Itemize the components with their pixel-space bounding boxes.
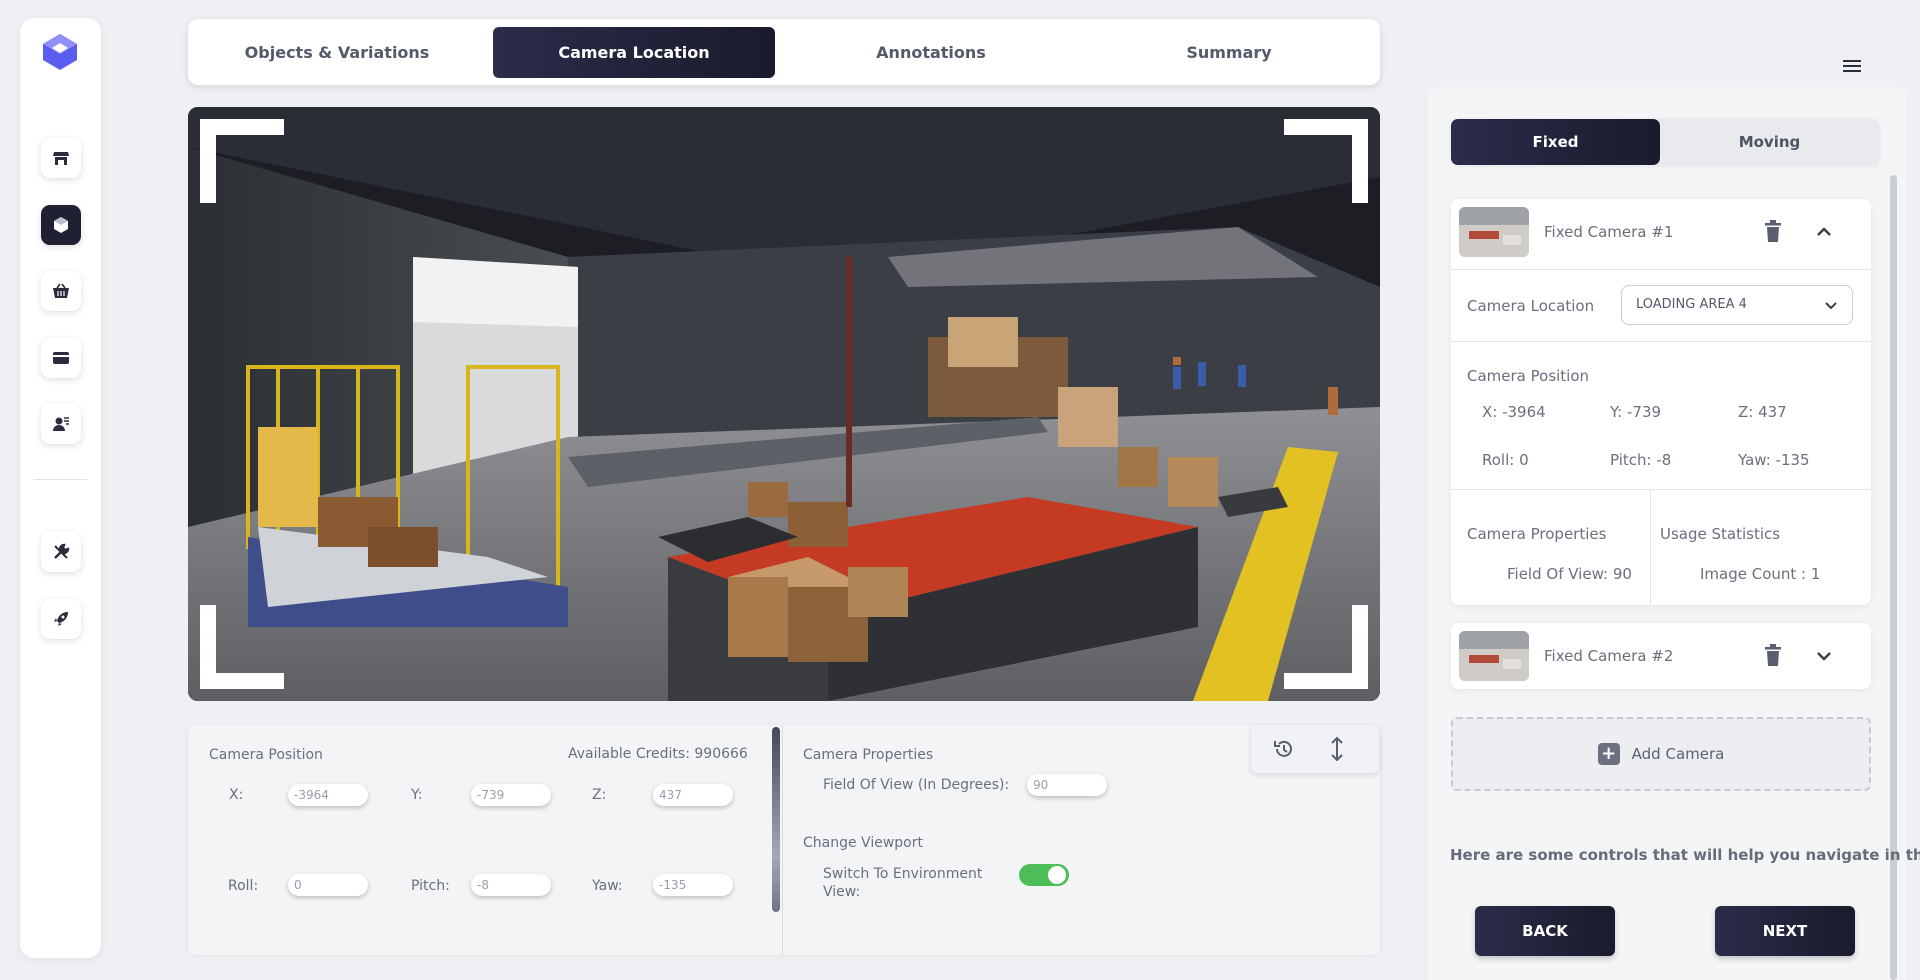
cube-icon[interactable] [41, 205, 81, 245]
switch-environment-label: Switch To Environment View: [823, 866, 983, 900]
camera-title: Fixed Camera #1 [1544, 223, 1674, 241]
tab-camera-location[interactable]: Camera Location [493, 27, 775, 78]
vertical-move-icon[interactable] [1329, 736, 1345, 762]
card-column-divider [1650, 489, 1651, 605]
panel-scrollbar[interactable] [772, 727, 780, 912]
panel-divider [782, 725, 783, 955]
fov-label: Field Of View (In Degrees): [823, 777, 1010, 793]
pos-x-value: X: -3964 [1482, 403, 1546, 421]
x-input[interactable] [288, 784, 368, 806]
camera-properties-subtitle: Camera Properties [1467, 525, 1607, 543]
camera-list-panel: Fixed Moving Fixed Camera #1 Camera Loca… [1428, 87, 1920, 980]
divider [1451, 269, 1871, 270]
trash-icon[interactable] [1764, 220, 1782, 242]
x-label: X: [229, 787, 244, 803]
fixed-camera-card-2[interactable]: Fixed Camera #2 [1451, 623, 1871, 689]
divider [1451, 341, 1871, 342]
divider [1451, 489, 1871, 490]
y-label: Y: [411, 787, 423, 803]
add-camera-button[interactable]: + Add Camera [1451, 717, 1871, 791]
camera-mode-switch: Fixed Moving [1451, 119, 1879, 165]
tab-summary[interactable]: Summary [1088, 27, 1370, 78]
yaw-input[interactable] [653, 874, 733, 896]
logo-icon[interactable] [41, 33, 79, 71]
camera-thumbnail [1459, 631, 1529, 681]
fixed-camera-card-1: Fixed Camera #1 Camera Location LOADING … [1451, 199, 1871, 605]
frame-corner [1284, 605, 1368, 689]
yaw-value: Yaw: -135 [1738, 451, 1810, 469]
back-button[interactable]: BACK [1475, 906, 1615, 956]
fov-input[interactable] [1027, 774, 1107, 796]
camera-location-label: Camera Location [1467, 297, 1595, 315]
roll-value: Roll: 0 [1482, 451, 1529, 469]
environment-view-toggle[interactable] [1019, 864, 1069, 886]
image-count: Image Count : 1 [1700, 565, 1821, 583]
viewport-tools [1251, 725, 1379, 773]
pos-y-value: Y: -739 [1610, 403, 1662, 421]
rail-divider [34, 479, 87, 480]
plus-icon: + [1597, 743, 1620, 765]
history-icon[interactable] [1273, 738, 1295, 760]
camera-thumbnail [1459, 207, 1529, 257]
pitch-label: Pitch: [411, 878, 450, 894]
usage-statistics-title: Usage Statistics [1660, 525, 1781, 543]
frame-corner [200, 605, 284, 689]
rocket-icon[interactable] [41, 599, 81, 639]
z-input[interactable] [653, 784, 733, 806]
camera-viewport[interactable] [188, 107, 1380, 701]
tab-annotations[interactable]: Annotations [790, 27, 1072, 78]
card-icon[interactable] [41, 338, 81, 378]
help-text: Here are some controls that will help yo… [1450, 846, 1920, 864]
wizard-tabs: Objects & Variations Camera Location Ann… [188, 19, 1380, 85]
hamburger-menu-icon[interactable] [1843, 58, 1861, 74]
chevron-down-icon [1825, 302, 1837, 310]
camera-position-title: Camera Position [209, 747, 323, 763]
store-icon[interactable] [41, 138, 81, 178]
frame-corner [1284, 119, 1368, 203]
moving-mode-button[interactable]: Moving [1660, 119, 1879, 165]
roll-input[interactable] [288, 874, 368, 896]
fov-value: Field Of View: 90 [1507, 565, 1632, 583]
change-viewport-title: Change Viewport [803, 835, 923, 851]
add-camera-label: Add Camera [1631, 745, 1725, 763]
next-button[interactable]: NEXT [1715, 906, 1855, 956]
camera-title: Fixed Camera #2 [1544, 647, 1674, 665]
roll-label: Roll: [228, 878, 259, 894]
camera-location-select[interactable]: LOADING AREA 4 [1621, 285, 1853, 325]
basket-icon[interactable] [41, 271, 81, 311]
camera-controls-panel: Camera Position Available Credits: 99066… [188, 725, 1380, 955]
frame-corner [200, 119, 284, 203]
chevron-down-icon[interactable] [1816, 648, 1832, 664]
trash-icon[interactable] [1764, 644, 1782, 666]
camera-properties-title: Camera Properties [803, 747, 934, 763]
fixed-mode-button[interactable]: Fixed [1451, 119, 1660, 165]
pitch-input[interactable] [471, 874, 551, 896]
tools-icon[interactable] [41, 532, 81, 572]
user-settings-icon[interactable] [41, 404, 81, 444]
z-label: Z: [592, 787, 607, 803]
toggle-knob [1048, 866, 1066, 884]
y-input[interactable] [471, 784, 551, 806]
warehouse-scene-image [188, 107, 1380, 701]
pos-z-value: Z: 437 [1738, 403, 1787, 421]
pitch-value: Pitch: -8 [1610, 451, 1672, 469]
sidebar [20, 18, 101, 958]
camera-location-value: LOADING AREA 4 [1636, 297, 1747, 312]
yaw-label: Yaw: [592, 878, 623, 894]
chevron-up-icon[interactable] [1816, 224, 1832, 240]
available-credits: Available Credits: 990666 [568, 746, 748, 762]
tab-objects-variations[interactable]: Objects & Variations [196, 27, 478, 78]
camera-position-subtitle: Camera Position [1467, 367, 1590, 385]
